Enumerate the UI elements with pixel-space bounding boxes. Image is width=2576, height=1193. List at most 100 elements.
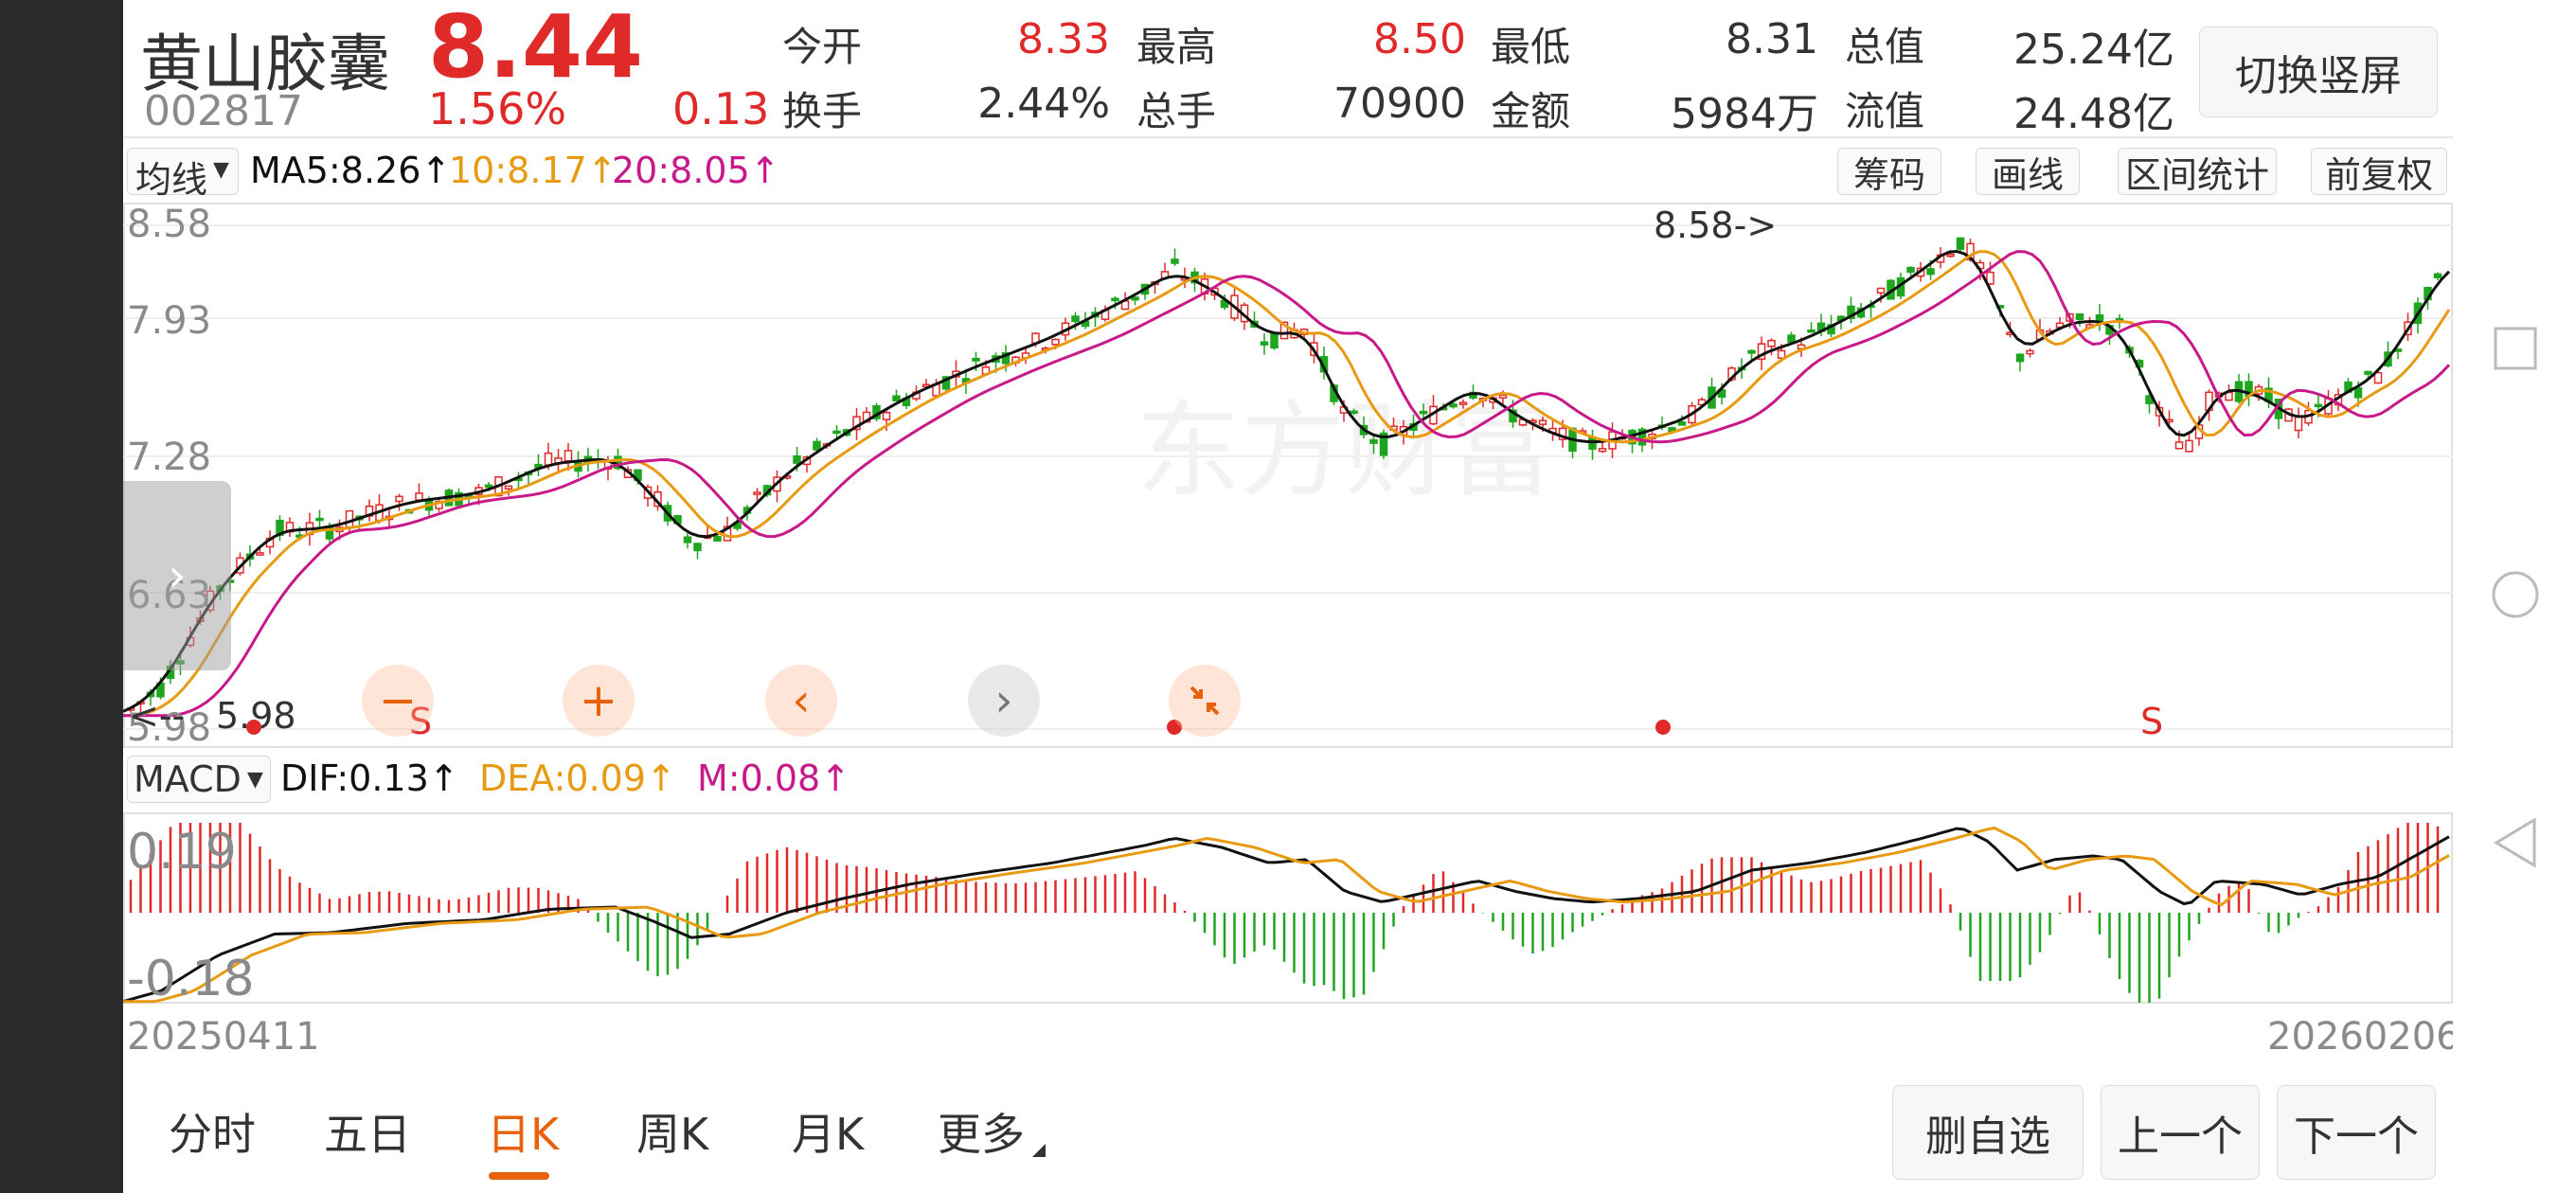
recent-apps-icon[interactable]: [2493, 326, 2538, 371]
indicator-selector[interactable]: 均线 ▼: [127, 148, 239, 201]
candle-body: [1538, 419, 1547, 425]
tab-monthly-k[interactable]: 月K: [792, 1100, 864, 1163]
candle-body: [813, 440, 821, 451]
ma5-value: MA5:8.26↑: [250, 150, 452, 191]
zoom-in-button[interactable]: +: [563, 665, 635, 737]
tab-more[interactable]: 更多: [938, 1100, 1025, 1163]
candle-body: [2174, 441, 2184, 450]
candle-body: [882, 411, 891, 420]
candle-body: [1051, 338, 1060, 346]
stat-label-total-value: 总值: [1845, 24, 1925, 70]
indicator-selector-label: 均线: [135, 159, 208, 201]
draw-line-button[interactable]: 画线: [1976, 148, 2080, 196]
candle-body: [1906, 266, 1915, 274]
candle-body: [1946, 253, 1955, 258]
macd-dif: DIF:0.13↑: [280, 757, 459, 799]
dropdown-arrow-icon: ▼: [213, 158, 229, 182]
candle-body: [1767, 339, 1776, 347]
candle-body: [1171, 258, 1179, 264]
low-marker-prefix: <--: [129, 695, 186, 737]
dropdown-arrow-icon: ▼: [247, 768, 263, 792]
stock-code: 002817: [144, 87, 303, 135]
signal-sell-2: S: [2140, 701, 2164, 742]
candle-body: [1458, 401, 1468, 405]
tab-five-day[interactable]: 五日: [324, 1100, 411, 1163]
tab-daily-k[interactable]: 日K: [487, 1100, 559, 1163]
candle-body: [2015, 353, 2025, 363]
end-date: 20260206: [2267, 1015, 2460, 1059]
remove-watchlist-button[interactable]: 删自选: [1892, 1085, 2084, 1180]
candle-body: [395, 495, 403, 503]
candle-body: [753, 491, 761, 495]
macd-selector-label: MACD: [134, 758, 242, 800]
system-nav-bar: [2453, 0, 2576, 1193]
stat-label-low: 最低: [1491, 24, 1571, 70]
back-icon[interactable]: [2493, 816, 2538, 869]
candle-body: [1598, 448, 1607, 453]
stat-value-total-value: 25.24亿: [2013, 26, 2174, 74]
candle-body: [1498, 394, 1508, 399]
switch-portrait-button[interactable]: 切换竖屏: [2199, 27, 2438, 117]
candle-body: [683, 536, 692, 543]
candle-body: [484, 484, 493, 489]
stat-label-open: 今开: [782, 24, 863, 70]
candle-body: [1787, 334, 1796, 344]
candle-body: [2095, 314, 2104, 322]
scroll-left-button[interactable]: ‹: [765, 665, 837, 737]
kline-chart[interactable]: 东方财富: [123, 203, 2453, 748]
previous-stock-button[interactable]: 上一个: [2101, 1085, 2260, 1180]
candle-body: [1111, 297, 1119, 302]
next-stock-button[interactable]: 下一个: [2277, 1085, 2436, 1180]
candle-body: [1369, 438, 1378, 444]
candle-body: [2026, 349, 2034, 355]
header-divider: [123, 136, 2453, 138]
chip-distribution-button[interactable]: 筹码: [1837, 148, 1941, 196]
candle-body: [1876, 287, 1886, 294]
macd-selector[interactable]: MACD ▼: [127, 756, 271, 803]
ma20-value: 20:8.05↑: [612, 150, 780, 191]
candle-body: [1449, 403, 1458, 408]
candle-body: [2364, 370, 2372, 375]
candle-body: [256, 552, 264, 556]
change-percent: 1.56%: [428, 83, 567, 134]
home-icon[interactable]: [2491, 570, 2540, 619]
collapse-icon[interactable]: [1169, 665, 1241, 737]
candle-body: [2294, 416, 2303, 432]
stat-label-float-value: 流值: [1845, 88, 1925, 134]
candle-body: [2075, 312, 2084, 321]
macd-y-tick-2: -0.18: [127, 951, 255, 1007]
stat-value-open: 8.33: [1017, 15, 1110, 63]
signal-dot-3: [1655, 720, 1671, 735]
forward-adjust-button[interactable]: 前复权: [2311, 148, 2447, 196]
macd-chart: [123, 812, 2453, 1004]
tab-intraday[interactable]: 分时: [169, 1100, 256, 1163]
candle-body: [832, 430, 841, 435]
macd-histogram: [129, 823, 2440, 1003]
candle-body: [1926, 268, 1935, 276]
range-stats-button[interactable]: 区间统计: [2118, 148, 2277, 196]
tab-weekly-k[interactable]: 周K: [636, 1100, 708, 1163]
candle-body: [1270, 331, 1279, 349]
zoom-out-button[interactable]: −: [362, 665, 434, 737]
candle-body: [1260, 341, 1269, 346]
scroll-right-button[interactable]: ›: [968, 665, 1040, 737]
stat-label-amount: 金额: [1491, 88, 1571, 134]
macd-y-tick-1: 0.19: [127, 824, 237, 881]
candle-body: [1071, 315, 1080, 323]
stat-value-turnover: 2.44%: [977, 80, 1110, 128]
ma10-value: 10:8.17↑: [449, 150, 617, 191]
candle-body: [2314, 403, 2323, 408]
candle-body: [1677, 421, 1687, 426]
stat-label-volume: 总手: [1136, 88, 1217, 134]
candle-body: [564, 450, 573, 462]
kline-y-tick-2: 7.93: [127, 299, 212, 343]
start-date: 20250411: [127, 1015, 320, 1059]
candle-body: [544, 452, 553, 466]
macd-frame: [123, 812, 2453, 1004]
change-amount: 0.13: [672, 83, 770, 134]
more-corner-icon: [1032, 1144, 1046, 1157]
stat-value-volume: 70900: [1333, 80, 1466, 128]
chevron-right-icon[interactable]: ›: [123, 481, 231, 670]
candle-body: [1350, 410, 1358, 415]
candle-body: [793, 454, 801, 464]
